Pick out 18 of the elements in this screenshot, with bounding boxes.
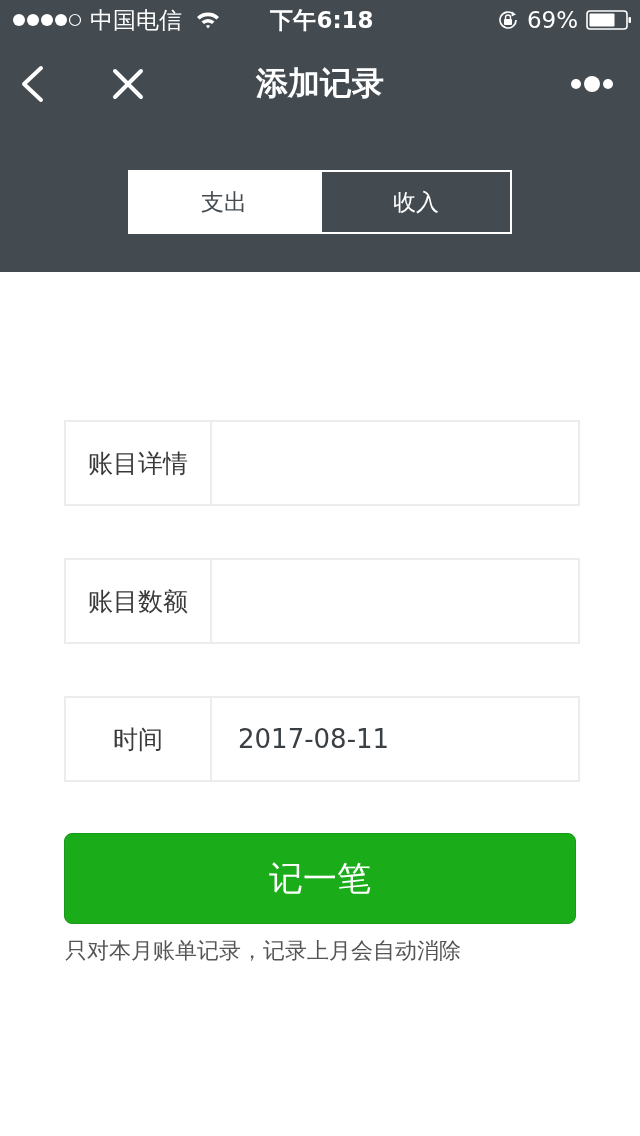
input-field[interactable]: 2017-08-11 xyxy=(212,696,580,782)
field-label: 账目详情 xyxy=(64,420,212,506)
signal-icon xyxy=(12,13,82,27)
rotation-lock-icon xyxy=(496,9,519,31)
field-label: 账目数额 xyxy=(64,558,212,644)
page-title: 添加记录 xyxy=(256,63,384,104)
tab[interactable]: 支出 xyxy=(128,170,320,234)
tab[interactable]: 收入 xyxy=(320,170,512,234)
battery-percent: 69% xyxy=(526,7,578,33)
wifi-icon xyxy=(196,11,220,29)
note-text: 只对本月账单记录，记录上月会自动消除 xyxy=(65,937,461,965)
more-icon[interactable] xyxy=(570,75,614,93)
clock-time: 下午6:18 xyxy=(270,5,374,35)
battery-icon xyxy=(586,10,632,30)
close-icon[interactable] xyxy=(112,68,144,100)
carrier-name: 中国电信 xyxy=(90,5,182,35)
field-label: 时间 xyxy=(64,696,212,782)
back-icon[interactable] xyxy=(20,65,44,103)
